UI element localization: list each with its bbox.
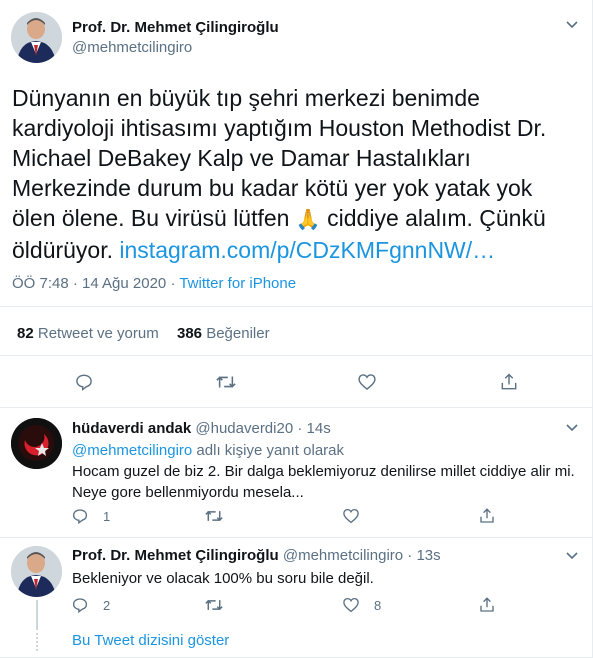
like-count: 8 [374, 597, 382, 613]
share-icon [501, 373, 517, 390]
tweet-text-line: Merkezinde durum bu kadar kötü yer yok y… [12, 175, 533, 201]
reply-icon [72, 509, 88, 525]
tweet-text-line: ölen ölene. Bu virüsü lütfen 🙏 ciddiye a… [12, 203, 587, 235]
author-handle[interactable]: @mehmetcilingiro [283, 547, 403, 564]
reply-button[interactable]: 1 [71, 507, 110, 525]
folded-hands-emoji: 🙏 [295, 209, 321, 231]
divider [0, 407, 592, 408]
chevron-down-icon[interactable] [565, 421, 579, 436]
source-link[interactable]: Twitter for iPhone [179, 275, 296, 292]
author-name[interactable]: Prof. Dr. Mehmet Çilingiroğlu [72, 19, 279, 36]
show-thread-link[interactable]: Bu Tweet dizisini göster [72, 632, 229, 649]
retweet-icon [205, 599, 223, 611]
share-icon [480, 597, 494, 612]
share-button[interactable] [478, 596, 496, 614]
replying-to: @mehmetcilingiro adlı kişiye yanıt olara… [72, 440, 344, 461]
tweet-link[interactable]: instagram.com/p/CDzKMFgnnNW/… [119, 237, 495, 263]
tweet-text-segment: ciddiye alalım. Çünkü [320, 205, 546, 231]
likes-count: 386 [177, 325, 203, 342]
reply-text: Hocam guzel de biz 2. Bir dalga beklemiy… [72, 461, 587, 503]
tweet-text-line: öldürüyor. instagram.com/p/CDzKMFgnnNW/… [12, 235, 587, 265]
reply-time[interactable]: · 13s [407, 547, 440, 564]
like-button[interactable] [357, 372, 377, 392]
tweet-text: Dünyanın en büyük tıp şehri merkezi beni… [12, 83, 587, 265]
author-name[interactable]: Prof. Dr. Mehmet Çilingiroğlu [72, 547, 279, 564]
retweet-icon [205, 510, 223, 522]
share-icon [480, 508, 494, 523]
retweet-icon [216, 376, 236, 388]
like-icon [343, 597, 359, 613]
retweets-count: 82 [17, 325, 34, 342]
reply-icon [76, 374, 92, 391]
retweets-label: Retweet ve yorum [33, 325, 159, 342]
thread-line [36, 600, 38, 630]
chevron-down-icon[interactable] [565, 549, 579, 564]
like-icon [358, 374, 376, 390]
reply-time[interactable]: · 14s [297, 420, 330, 437]
reply-text-line: Neye gore bellenmiyordu mesela... [72, 484, 304, 501]
replying-to-handle[interactable]: @mehmetcilingiro [72, 442, 192, 459]
divider [0, 355, 592, 356]
divider [0, 537, 592, 538]
tweet-meta: ÖÖ 7:48 · 14 Ağu 2020 · Twitter for iPho… [12, 275, 296, 292]
reply-button[interactable]: 2 [71, 596, 110, 614]
avatar[interactable] [11, 418, 62, 469]
tweet-text-segment: ölen ölene. Bu virüsü lütfen [12, 205, 296, 231]
reply-count: 2 [103, 597, 111, 613]
like-button[interactable]: 8 [342, 596, 381, 614]
author-handle[interactable]: @mehmetcilingiro [72, 39, 192, 56]
reply-button[interactable] [74, 372, 94, 392]
reply-text: Bekleniyor ve olacak 100% bu soru bile d… [72, 570, 374, 587]
retweet-button[interactable] [204, 507, 224, 525]
timestamp[interactable]: ÖÖ 7:48 · 14 Ağu 2020 · [12, 275, 179, 292]
share-button[interactable] [499, 372, 519, 392]
reply-header: Prof. Dr. Mehmet Çilingiroğlu @mehmetcil… [72, 547, 441, 564]
retweet-button[interactable] [204, 596, 224, 614]
tweet-text-segment: öldürüyor. [12, 237, 120, 263]
reply-icon [72, 598, 88, 614]
likes-label: Beğeniler [202, 325, 270, 342]
author-name[interactable]: hüdaverdi andak [72, 420, 191, 437]
like-button[interactable] [342, 507, 360, 525]
retweet-button[interactable] [215, 372, 237, 392]
tweet-text-line: Michael DeBakey Kalp ve Damar Hastalıkla… [12, 145, 471, 171]
retweets-stat[interactable]: 82 Retweet ve yorum [17, 325, 159, 342]
tweet-text-line: Dünyanın en büyük tıp şehri merkezi beni… [12, 85, 480, 111]
reply-header: hüdaverdi andak @hudaverdi20 · 14s [72, 420, 331, 437]
thread-dots [36, 633, 38, 651]
replying-to-label: adlı kişiye yanıt olarak [192, 442, 345, 459]
tweet-text-line: kardiyoloji ihtisasımı yaptığım Houston … [12, 115, 547, 141]
likes-stat[interactable]: 386 Beğeniler [177, 325, 270, 342]
avatar[interactable] [11, 546, 62, 597]
like-icon [343, 508, 359, 524]
reply-text-line: Hocam guzel de biz 2. Bir dalga beklemiy… [72, 463, 575, 480]
divider [0, 306, 592, 307]
chevron-down-icon[interactable] [565, 18, 579, 33]
avatar[interactable] [11, 12, 62, 63]
author-handle[interactable]: @hudaverdi20 [195, 420, 293, 437]
share-button[interactable] [478, 507, 496, 525]
reply-count: 1 [103, 508, 111, 524]
